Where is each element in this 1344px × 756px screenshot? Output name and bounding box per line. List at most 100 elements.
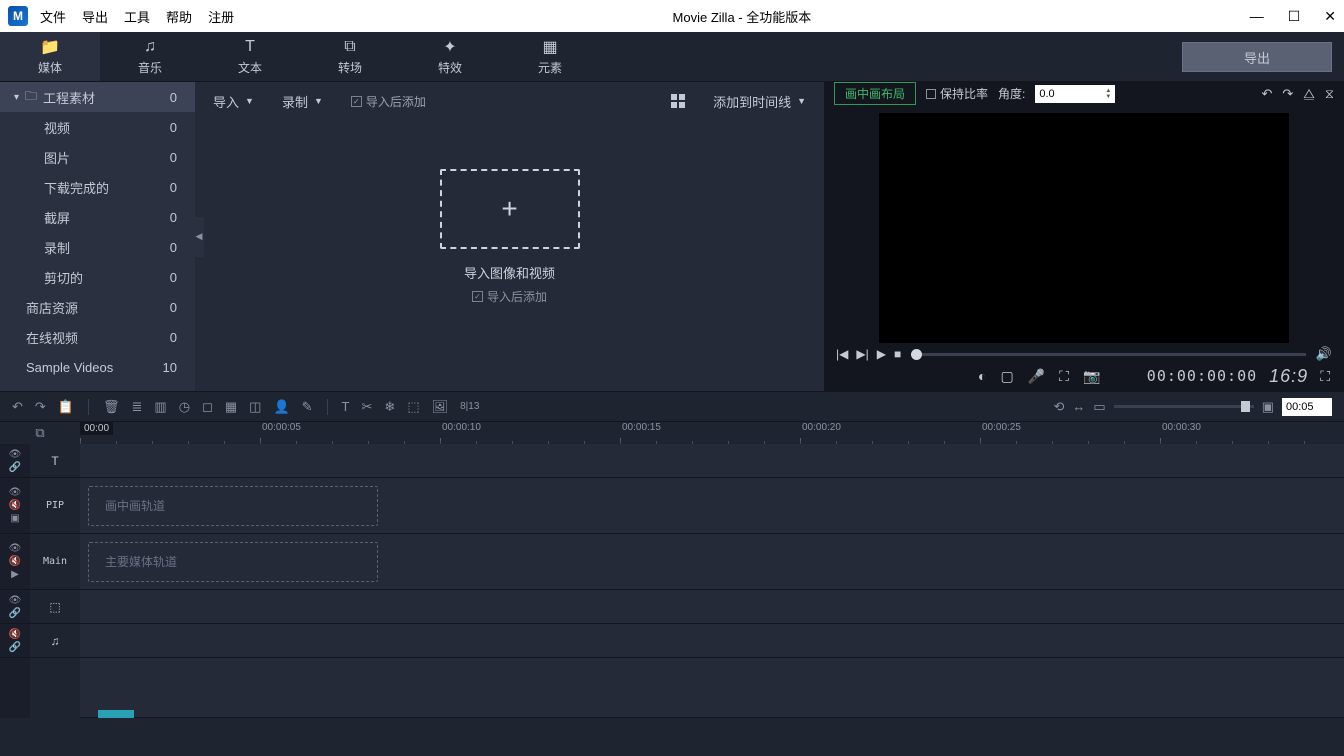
snapshot-icon[interactable]: 📷 — [1083, 368, 1100, 385]
zoom-time-input[interactable]: 00:05 — [1282, 398, 1332, 416]
track-toggle-link[interactable]: 👁🔗 — [0, 590, 30, 624]
prev-frame-button[interactable]: |◀ — [836, 347, 848, 361]
crop-icon[interactable]: ⛶ — [1059, 368, 1069, 385]
import-dropzone[interactable]: + 导入图像和视频 ✓导入后添加 — [440, 169, 580, 305]
angle-input[interactable]: 0.0▲▼ — [1035, 85, 1115, 103]
clock-icon[interactable]: ◷ — [179, 399, 190, 415]
tab-elements[interactable]: ▦元素 — [500, 32, 600, 81]
sidebar-item-project[interactable]: ▾🗀工程素材0 — [0, 82, 195, 112]
import-dropdown[interactable]: 导入▼ — [213, 92, 254, 111]
link-icon: 🔗 — [9, 608, 21, 619]
tag-icon[interactable]: ◻ — [202, 399, 213, 415]
track-toggle-audio[interactable]: 🔇🔗 — [0, 624, 30, 658]
track-toggle-pip[interactable]: 👁🔇▣ — [0, 478, 30, 534]
maximize-button[interactable]: ☐ — [1288, 8, 1301, 25]
sidebar-item-cut[interactable]: 剪切的0 — [0, 262, 195, 292]
image-icon[interactable]: 🖼 — [432, 399, 449, 415]
collapse-sidebar-button[interactable]: ◀ — [194, 217, 204, 257]
ratio-icon[interactable]: 8|13 — [460, 401, 479, 412]
align-icon[interactable]: ≣ — [132, 399, 143, 415]
export-button[interactable]: 导出 — [1182, 42, 1332, 72]
tab-transition[interactable]: ⧉转场 — [300, 32, 400, 81]
fit-width-icon[interactable]: ↔ — [1072, 399, 1085, 414]
tab-media[interactable]: 📁媒体 — [0, 32, 100, 81]
cut-icon[interactable]: ✂ — [362, 399, 373, 415]
track-audio-lane[interactable] — [80, 624, 1344, 658]
loop-icon[interactable]: ⟲ — [1054, 399, 1065, 415]
track-main-lane[interactable]: 主要媒体轨道 — [80, 534, 1344, 590]
scroll-thumb[interactable] — [98, 710, 134, 718]
sidebar-item-screenshot[interactable]: 截屏0 — [0, 202, 195, 232]
menu-help[interactable]: 帮助 — [166, 7, 192, 26]
menu-file[interactable]: 文件 — [40, 7, 66, 26]
wand-icon[interactable]: ✎ — [302, 399, 313, 415]
menu-register[interactable]: 注册 — [208, 7, 234, 26]
tab-text[interactable]: T文本 — [200, 32, 300, 81]
columns-icon[interactable]: ▥ — [154, 399, 166, 415]
track-overlay-lane[interactable] — [80, 590, 1344, 624]
record-dropdown[interactable]: 录制▼ — [282, 92, 323, 111]
fullscreen-icon[interactable]: ⛶ — [1320, 368, 1330, 385]
track-toggle-text[interactable]: 👁🔗 — [0, 444, 30, 478]
freeze-icon[interactable]: ❄ — [384, 399, 395, 415]
keep-ratio-checkbox[interactable]: 保持比率 — [926, 85, 988, 102]
track-spare-lane[interactable] — [80, 658, 1344, 718]
track-toggle-main[interactable]: 👁🔇▶ — [0, 534, 30, 590]
sidebar-item-record[interactable]: 录制0 — [0, 232, 195, 262]
view-grid-icon[interactable] — [671, 94, 685, 108]
delete-icon[interactable]: 🗑 — [103, 399, 120, 415]
layers-icon[interactable]: ◫ — [249, 399, 261, 415]
camera-icon[interactable]: ▢ — [1000, 368, 1013, 385]
sidebar-item-video[interactable]: 视频0 — [0, 112, 195, 142]
next-frame-button[interactable]: ▶| — [856, 347, 868, 361]
track-text-lane[interactable] — [80, 444, 1344, 478]
undo-icon[interactable]: ↶ — [12, 399, 23, 415]
sidebar-item-downloaded[interactable]: 下载完成的0 — [0, 172, 195, 202]
sidebar-item-image[interactable]: 图片0 — [0, 142, 195, 172]
media-sidebar: ▾🗀工程素材0 视频0 图片0 下载完成的0 截屏0 录制0 剪切的0 商店资源… — [0, 82, 195, 391]
track-head-audio[interactable]: ♫ — [30, 624, 80, 658]
sidebar-item-store[interactable]: 商店资源0 — [0, 292, 195, 322]
menu-tools[interactable]: 工具 — [124, 7, 150, 26]
volume-icon[interactable]: 🔊 — [1316, 346, 1332, 362]
add-to-timeline-dropdown[interactable]: 添加到时间线▼ — [713, 92, 806, 111]
menu-export[interactable]: 导出 — [82, 7, 108, 26]
close-button[interactable]: ✕ — [1324, 8, 1336, 25]
music-icon: ♫ — [144, 37, 156, 57]
tab-music[interactable]: ♫音乐 — [100, 32, 200, 81]
person-icon[interactable]: 👤 — [273, 399, 289, 415]
minimize-button[interactable]: — — [1250, 8, 1264, 25]
sidebar-item-samples[interactable]: Sample Videos10 — [0, 352, 195, 382]
dropzone-label: 导入图像和视频 — [440, 263, 580, 282]
rotate-left-icon[interactable]: ↶ — [1261, 86, 1272, 102]
preview-seek-slider[interactable] — [911, 353, 1306, 356]
timeline-ruler[interactable]: 00:00 00:00:05 00:00:10 00:00:15 00:00:2… — [80, 422, 1344, 444]
film-icon[interactable]: ▦ — [225, 399, 237, 415]
sidebar-item-online[interactable]: 在线视频0 — [0, 322, 195, 352]
tab-effects[interactable]: ✦特效 — [400, 32, 500, 81]
track-head-main[interactable]: Main — [30, 534, 80, 590]
mic-icon[interactable]: 🎤 — [1028, 368, 1045, 385]
zoom-out-icon[interactable]: ▭ — [1093, 399, 1105, 415]
redo-icon[interactable]: ↷ — [35, 399, 46, 415]
paste-icon[interactable]: 📋 — [58, 399, 74, 415]
preview-canvas[interactable] — [879, 113, 1289, 343]
track-pip-lane[interactable]: 画中画轨道 — [80, 478, 1344, 534]
text-tool-icon[interactable]: T — [342, 399, 350, 414]
track-head-pip[interactable]: PIP — [30, 478, 80, 534]
color-icon[interactable]: ◐ — [978, 368, 986, 385]
flip-v-icon[interactable]: ⧖ — [1325, 86, 1334, 102]
add-after-import-checkbox[interactable]: ✓导入后添加 — [351, 93, 426, 110]
pip-layout-button[interactable]: 画中画布局 — [834, 82, 916, 105]
flip-h-icon[interactable]: ⧋ — [1303, 86, 1315, 102]
rotate-right-icon[interactable]: ↷ — [1282, 86, 1293, 102]
zoom-fit-icon[interactable]: ▣ — [1262, 399, 1274, 415]
dropzone-checkbox[interactable]: ✓导入后添加 — [440, 288, 580, 305]
track-head-text[interactable]: T — [30, 444, 80, 478]
zoom-slider[interactable] — [1114, 405, 1254, 408]
stop-button[interactable]: ■ — [894, 347, 901, 361]
play-button[interactable]: ▶ — [877, 347, 886, 361]
crop-tool-icon[interactable]: ⬚ — [407, 399, 419, 415]
track-header-icon[interactable]: ⧉ — [35, 425, 44, 441]
track-head-overlay[interactable]: ⬚ — [30, 590, 80, 624]
